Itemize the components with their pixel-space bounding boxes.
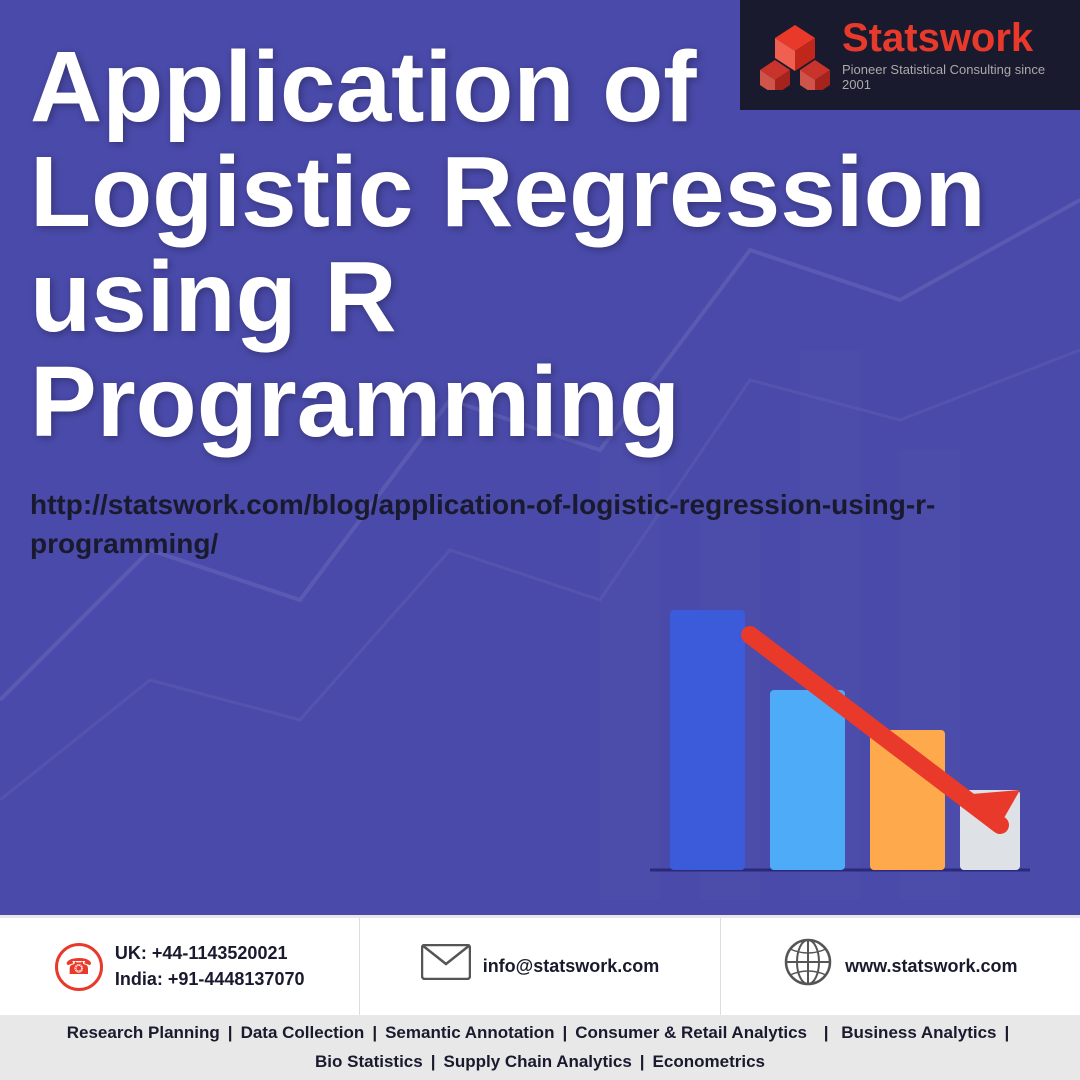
phone-uk: UK: +44-1143520021 <box>115 941 305 966</box>
heading-line1: Application of <box>30 31 697 143</box>
url-block: http://statswork.com/blog/application-of… <box>30 485 1050 563</box>
app: Statswork Pioneer Statistical Consulting… <box>0 0 1080 1080</box>
brand-name-part2: work <box>940 16 1033 60</box>
logo-icon <box>760 20 830 90</box>
chart-graphic <box>630 575 1050 895</box>
tags-bar: Research Planning | Data Collection | Se… <box>0 1015 1080 1080</box>
brand-name: Statswork <box>842 18 1060 58</box>
email-icon <box>421 944 471 989</box>
tag-data-collection: Data Collection <box>241 1023 365 1043</box>
heading-line2: Logistic Regression <box>30 136 986 248</box>
globe-icon <box>783 937 833 996</box>
tag-research-planning: Research Planning <box>67 1023 220 1043</box>
email-section: info@statswork.com <box>360 918 720 1015</box>
phone-section: ☎ UK: +44-1143520021 India: +91-44481370… <box>0 918 360 1015</box>
website-section: www.statswork.com <box>721 918 1080 1015</box>
sep-pipe-indent: | <box>819 1023 833 1043</box>
sep1: | <box>228 1023 233 1043</box>
sep5: | <box>431 1052 436 1072</box>
email-text[interactable]: info@statswork.com <box>483 954 660 979</box>
tag-consumer-retail: Consumer & Retail Analytics <box>575 1023 807 1043</box>
tag-business-analytics: Business Analytics <box>841 1023 996 1043</box>
sep3: | <box>562 1023 567 1043</box>
contact-bar: ☎ UK: +44-1143520021 India: +91-44481370… <box>0 915 1080 1015</box>
phone-icon: ☎ <box>55 943 103 991</box>
logo-box: Statswork Pioneer Statistical Consulting… <box>740 0 1080 110</box>
sep2: | <box>372 1023 377 1043</box>
tag-supply-chain: Supply Chain Analytics <box>443 1052 631 1072</box>
main-content: Statswork Pioneer Statistical Consulting… <box>0 0 1080 915</box>
phone-text: UK: +44-1143520021 India: +91-4448137070 <box>115 941 305 991</box>
tag-econometrics: Econometrics <box>653 1052 765 1072</box>
tag-bio-statistics: Bio Statistics <box>315 1052 423 1072</box>
phone-india: India: +91-4448137070 <box>115 967 305 992</box>
sep4: | <box>1005 1023 1010 1043</box>
brand-tagline: Pioneer Statistical Consulting since 200… <box>842 62 1060 92</box>
website-text[interactable]: www.statswork.com <box>845 954 1017 979</box>
heading-line3: using R Programming <box>30 241 680 458</box>
sep6: | <box>640 1052 645 1072</box>
tag-semantic-annotation: Semantic Annotation <box>385 1023 554 1043</box>
bar-chart-svg <box>630 575 1050 895</box>
url-text[interactable]: http://statswork.com/blog/application-of… <box>30 485 1050 563</box>
logo-text: Statswork Pioneer Statistical Consulting… <box>842 18 1060 92</box>
brand-name-part1: Stats <box>842 16 940 60</box>
